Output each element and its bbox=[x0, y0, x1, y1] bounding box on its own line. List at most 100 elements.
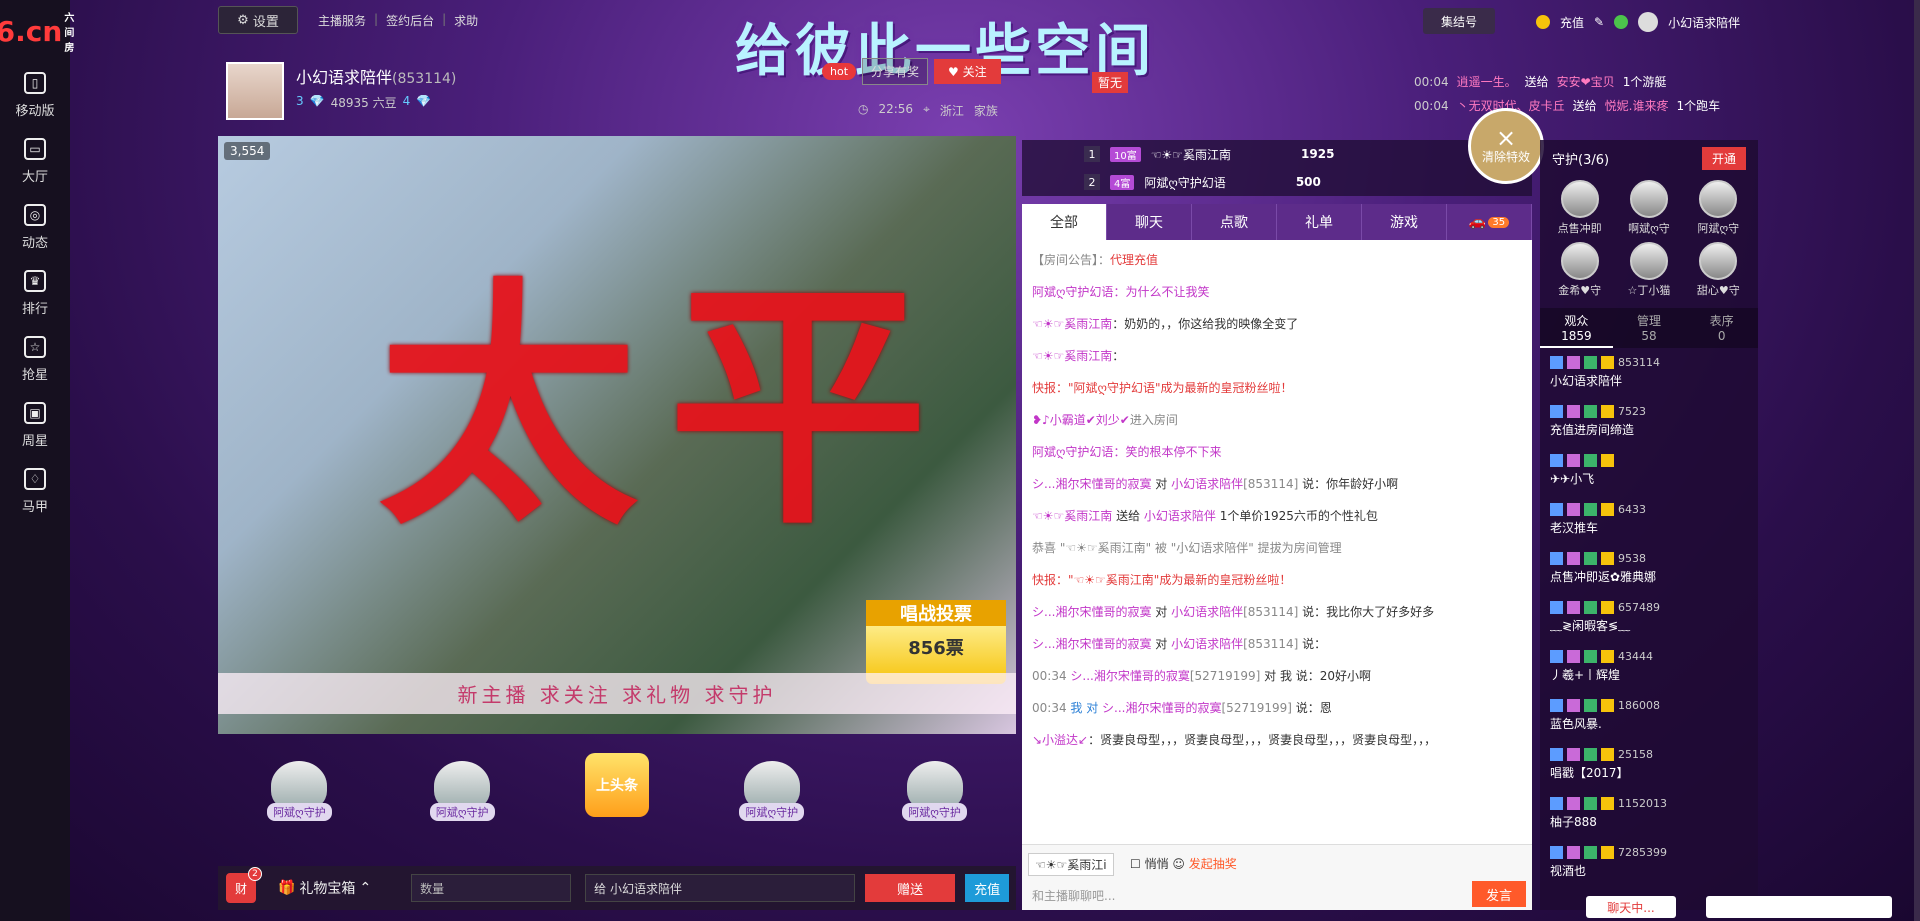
chat-message-part[interactable]: 小幻语求陪伴 bbox=[1171, 477, 1243, 491]
audience-item[interactable]: 1152013 柚子888 bbox=[1550, 793, 1748, 842]
guard-avatar[interactable]: 甜心♥守 bbox=[1687, 242, 1750, 298]
nav-item-6[interactable]: ♢ 马甲 bbox=[0, 458, 70, 524]
chat-message-part[interactable]: シ...湘尔宋懂哥的寂寞 bbox=[1070, 669, 1189, 683]
recipient-select[interactable]: 给 小幻语求陪伴 bbox=[585, 874, 856, 902]
recharge-button[interactable]: 充值 bbox=[965, 874, 1010, 902]
chat-message-part[interactable]: 小幻语求陪伴 bbox=[1144, 509, 1216, 523]
gift-feed-to[interactable]: 悦妮.谁来疼 bbox=[1605, 94, 1669, 118]
nav-item-0[interactable]: ▯ 移动版 bbox=[0, 62, 70, 128]
quantity-input[interactable]: 数量 bbox=[411, 874, 572, 902]
chat-message-part[interactable]: 小幻语求陪伴 bbox=[1171, 605, 1243, 619]
audience-item[interactable]: 6433 老汉推车 bbox=[1550, 499, 1748, 548]
chatting-button[interactable]: 聊天中... bbox=[1586, 896, 1676, 918]
open-guard-button[interactable]: 开通 bbox=[1701, 146, 1746, 170]
audience-item[interactable]: 186008 蓝色风暴. bbox=[1550, 695, 1748, 744]
chat-tab-1[interactable]: 聊天 bbox=[1107, 204, 1192, 240]
top-link-anchor-service[interactable]: 主播服务 bbox=[318, 12, 366, 29]
follow-button[interactable]: ♥ 关注 bbox=[934, 59, 1001, 84]
chat-message-part[interactable]: 小幻语求陪伴 bbox=[1171, 637, 1243, 651]
chat-message-part[interactable]: ❥♪小霸道✔刘少✔ bbox=[1032, 413, 1130, 427]
nav-item-2[interactable]: ◎ 动态 bbox=[0, 194, 70, 260]
audience-tab-1[interactable]: 管理 58 bbox=[1613, 308, 1686, 348]
guard-figure[interactable]: 阿斌ღ守护 bbox=[732, 749, 812, 821]
chat-message-part[interactable]: ☜☀☞奚雨江南 bbox=[1032, 317, 1112, 331]
nav-item-label: 抢星 bbox=[21, 367, 48, 383]
nav-item-3[interactable]: ♛ 排行 bbox=[0, 260, 70, 326]
gift-box-button[interactable]: 🎁 礼物宝箱 ⌃ bbox=[278, 878, 371, 898]
audience-tab-count: 0 bbox=[1717, 329, 1726, 343]
chat-input[interactable]: 和主播聊聊吧... bbox=[1028, 883, 1448, 907]
chat-tab-2[interactable]: 点歌 bbox=[1192, 204, 1277, 240]
top-link-signing[interactable]: 签约后台 bbox=[386, 12, 434, 29]
chat-message-part[interactable]: ↘小溢达↙ bbox=[1032, 733, 1088, 747]
chat-message-part[interactable]: ：笑的根本停不下来 bbox=[1113, 445, 1221, 459]
chat-message-part[interactable]: 阿斌ღ守护幻语 bbox=[1032, 445, 1113, 459]
chat-message-part[interactable]: シ...湘尔宋懂哥的寂寞 bbox=[1032, 637, 1151, 651]
audience-tab-0[interactable]: 观众 1859 bbox=[1540, 308, 1613, 348]
send-gift-button[interactable]: 赠送 bbox=[865, 874, 956, 902]
page-scrollbar[interactable] bbox=[1914, 0, 1920, 921]
audience-item[interactable]: ✈✈小飞 bbox=[1550, 450, 1748, 499]
chat-tab-4[interactable]: 游戏 bbox=[1362, 204, 1447, 240]
chat-tab-car[interactable]: 🚗 35 bbox=[1447, 204, 1532, 240]
clear-effect-button[interactable]: × 清除特效 bbox=[1468, 108, 1544, 184]
jiejiehao-button[interactable]: 集结号 bbox=[1423, 8, 1495, 34]
gift-feed-to[interactable]: 安安❤宝贝 bbox=[1557, 70, 1615, 94]
guard-avatar[interactable]: 点售冲即 bbox=[1548, 180, 1611, 236]
guard-avatar[interactable]: 金希♥守 bbox=[1548, 242, 1611, 298]
audience-item[interactable]: 25158 唱戳【2017】 bbox=[1550, 744, 1748, 793]
audience-item[interactable]: 7523 充值进房间缔造 bbox=[1550, 401, 1748, 450]
chat-message: 快报："☜☀☞奚雨江南"成为最新的皇冠粉丝啦！ bbox=[1032, 564, 1522, 596]
anchor-avatar[interactable] bbox=[226, 62, 284, 120]
gift-feed-user[interactable]: 逍遥一生。 bbox=[1457, 70, 1517, 94]
guard-figure[interactable]: 阿斌ღ守护 bbox=[895, 749, 975, 821]
audience-tab-2[interactable]: 表序 0 bbox=[1685, 308, 1758, 348]
user-avatar[interactable] bbox=[1638, 12, 1659, 32]
audience-item[interactable]: 9538 点售冲即返✿雅典娜 bbox=[1550, 548, 1748, 597]
level-badge-icon bbox=[1601, 650, 1614, 663]
audience-tabs: 观众 1859 管理 58 表序 0 bbox=[1540, 308, 1758, 348]
guard-avatar[interactable]: 啊斌ღ守 bbox=[1617, 180, 1680, 236]
chat-tab-0[interactable]: 全部 bbox=[1022, 204, 1107, 240]
audience-item[interactable]: 853114 小幻语求陪伴 bbox=[1550, 352, 1748, 401]
headline-button[interactable]: 上头条 bbox=[584, 753, 649, 817]
whisper-checkbox[interactable]: ☐ 悄悄 ☺ 发起抽奖 bbox=[1130, 855, 1237, 872]
nav-item-4[interactable]: ☆ 抢星 bbox=[0, 326, 70, 392]
user-name[interactable]: 小幻语求陪伴 bbox=[1668, 14, 1740, 31]
nav-item-1[interactable]: ▭ 大厅 bbox=[0, 128, 70, 194]
edit-icon[interactable]: ✎ bbox=[1594, 15, 1604, 29]
chat-send-button[interactable]: 发言 bbox=[1472, 881, 1526, 907]
rank-row[interactable]: 2 4富 阿斌ღ守护幻语 500 bbox=[1022, 168, 1532, 196]
audience-item[interactable]: 43444 丿羲+丨辉煌 bbox=[1550, 646, 1748, 695]
rank-row[interactable]: 1 10富 ☜☀☞奚雨江南 1925 bbox=[1022, 140, 1532, 168]
chat-message-part[interactable]: シ...湘尔宋懂哥的寂寞 bbox=[1102, 701, 1221, 715]
audience-item[interactable]: 657489 ﹏≷闲暇客≶﹏ bbox=[1550, 597, 1748, 646]
wealth-icon[interactable]: 财2 bbox=[226, 867, 262, 903]
chat-message-part: 恭喜 "☜☀☞奚雨江南" 被 "小幻语求陪伴" 提拔为房间管理 bbox=[1032, 541, 1342, 555]
location-icon: ⌖ bbox=[923, 102, 930, 116]
guard-figure[interactable]: 阿斌ღ守护 bbox=[422, 749, 502, 821]
chat-message: ☜☀☞奚雨江南： bbox=[1032, 340, 1522, 372]
chat-message-part[interactable]: ☜☀☞奚雨江南 bbox=[1032, 509, 1112, 523]
chat-message-part[interactable]: ☜☀☞奚雨江南 bbox=[1032, 349, 1112, 363]
chat-message-part[interactable]: ：为什么不让我笑 bbox=[1113, 285, 1209, 299]
chat-message-part[interactable]: シ...湘尔宋懂哥的寂寞 bbox=[1032, 477, 1151, 491]
nav-item-5[interactable]: ▣ 周星 bbox=[0, 392, 70, 458]
guard-avatar[interactable]: ☆丁小猫 bbox=[1617, 242, 1680, 298]
level-badge-icon bbox=[1584, 846, 1597, 859]
chat-message-part[interactable]: 阿斌ღ守护幻语 bbox=[1032, 285, 1113, 299]
audience-item[interactable]: 7285399 视酒也 bbox=[1550, 842, 1748, 891]
video-stream[interactable]: 3,554 太平 唱战投票 856票 新主播 求关注 求礼物 求守护 bbox=[218, 136, 1016, 734]
share-button[interactable]: 分享有奖 bbox=[862, 58, 929, 85]
chat-tab-3[interactable]: 礼单 bbox=[1277, 204, 1362, 240]
emoji-icon[interactable]: ☺ bbox=[1172, 857, 1185, 871]
chat-message-part[interactable]: シ...湘尔宋懂哥的寂寞 bbox=[1032, 605, 1151, 619]
site-logo[interactable]: 6.cn 六间房 bbox=[0, 0, 74, 62]
guard-avatar[interactable]: 阿斌ღ守 bbox=[1687, 180, 1750, 236]
settings-button[interactable]: ⚙ 设置 bbox=[218, 6, 298, 34]
chat-target-select[interactable]: ☜☀☞奚雨江i bbox=[1028, 853, 1114, 876]
recharge-link[interactable]: 充值 bbox=[1560, 14, 1584, 31]
guard-figure[interactable]: 阿斌ღ守护 bbox=[259, 749, 339, 821]
chat-message: 阿斌ღ守护幻语：笑的根本停不下来 bbox=[1032, 436, 1522, 468]
top-link-help[interactable]: 求助 bbox=[454, 12, 478, 29]
